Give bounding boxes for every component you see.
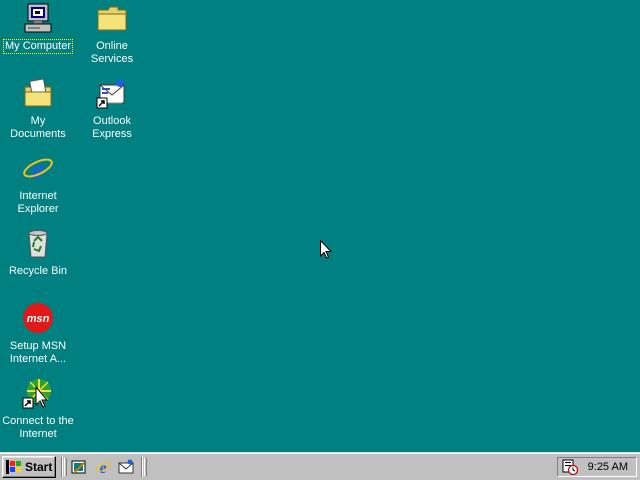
icon-label-connect-internet: Connect to the Internet <box>2 415 74 440</box>
start-label: Start <box>25 460 53 474</box>
icon-label-recycle-bin: Recycle Bin <box>8 265 68 277</box>
task-area-grip[interactable] <box>144 458 147 476</box>
icon-label-internet-explorer: Internet Explorer <box>17 190 59 215</box>
desktop-icon-online-services[interactable]: Online Services <box>75 2 149 66</box>
quick-launch-grip[interactable] <box>64 458 67 476</box>
internet-explorer-icon: e <box>95 460 111 475</box>
desktop-icon-recycle-bin[interactable]: Recycle Bin <box>1 227 75 278</box>
icon-label-setup-msn: Setup MSN Internet A... <box>9 340 67 365</box>
mouse-cursor-icon <box>320 240 332 259</box>
quick-launch-outlook-express[interactable] <box>117 459 135 475</box>
desktop-icon-connect-internet[interactable]: Connect to the Internet <box>1 377 75 441</box>
system-tray: 9:25 AM <box>557 457 637 477</box>
desktop-icon-setup-msn[interactable]: msn Setup MSN Internet A... <box>1 302 75 366</box>
svg-text:e: e <box>99 460 106 475</box>
clock[interactable]: 9:25 AM <box>588 461 628 473</box>
internet-explorer-icon: e <box>23 153 53 184</box>
svg-text:msn: msn <box>27 313 50 325</box>
outlook-express-icon <box>118 459 134 474</box>
quick-launch-internet-explorer[interactable]: e <box>94 459 112 475</box>
my-documents-icon <box>24 78 52 107</box>
taskbar-separator <box>141 457 143 477</box>
taskbar-separator <box>61 457 63 477</box>
icon-label-outlook-express: Outlook Express <box>92 115 132 140</box>
folder-icon <box>97 6 127 31</box>
icon-label-my-computer: My Computer <box>2 39 74 54</box>
desktop-icon-my-computer[interactable]: My Computer <box>1 2 75 54</box>
recycle-bin-icon <box>28 230 48 258</box>
icon-label-online-services: Online Services <box>90 40 134 65</box>
windows-logo-icon <box>6 460 21 474</box>
quick-launch-show-desktop[interactable] <box>70 459 88 475</box>
connect-internet-icon <box>22 379 51 409</box>
desktop-icon-outlook-express[interactable]: Outlook Express <box>75 77 149 141</box>
desktop-icon-internet-explorer[interactable]: e Internet Explorer <box>1 152 75 216</box>
taskbar: Start e 9:25 AM <box>0 452 640 480</box>
desktop[interactable]: My Computer Online Services My Documents <box>0 0 640 452</box>
scheduler-icon[interactable] <box>562 459 578 475</box>
desktop-icon-my-documents[interactable]: My Documents <box>1 77 75 141</box>
start-button[interactable]: Start <box>2 456 56 478</box>
svg-text:e: e <box>31 153 44 184</box>
show-desktop-icon <box>71 460 86 474</box>
icon-label-my-documents: My Documents <box>10 115 66 140</box>
my-computer-icon <box>24 3 52 33</box>
outlook-express-icon <box>96 79 125 109</box>
msn-icon: msn <box>23 303 53 333</box>
